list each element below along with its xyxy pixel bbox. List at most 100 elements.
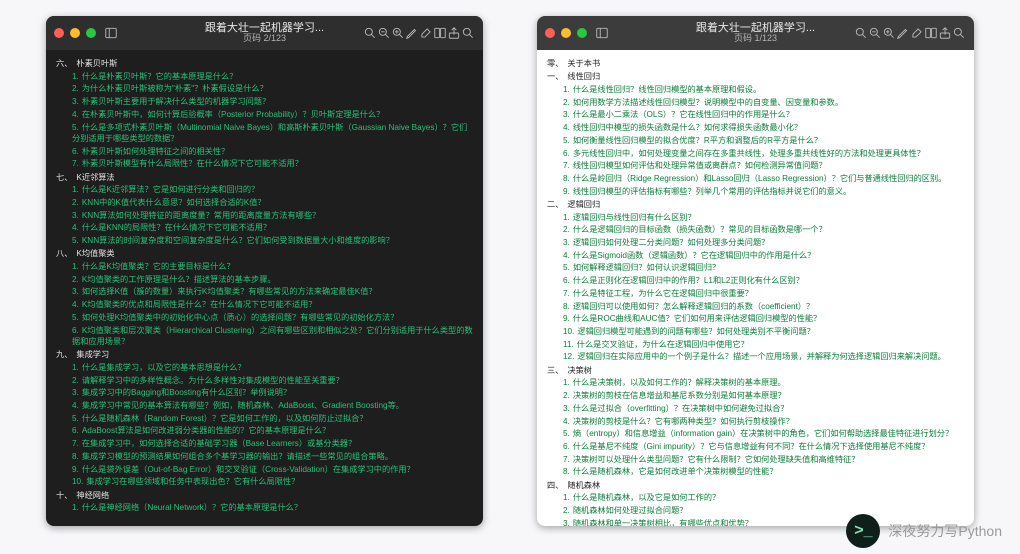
outline-item[interactable]: 6.AdaBoost算法是如何改进弱分类器的性能的？它的基本原理是什么？: [56, 425, 475, 436]
outline-item[interactable]: 10.逻辑回归模型可能遇到的问题有哪些？如何处理类别不平衡问题？: [547, 326, 966, 337]
section-heading[interactable]: 九、集成学习: [56, 349, 475, 360]
outline-item[interactable]: 1.什么是K均值聚类？它的主要目标是什么？: [56, 261, 475, 272]
outline-item[interactable]: 1.什么是朴素贝叶斯？它的基本原理是什么？: [56, 71, 475, 82]
outline-item[interactable]: 9.什么是袋外误差（Out-of-Bag Error）和交叉验证（Cross-V…: [56, 464, 475, 475]
outline-item[interactable]: 2.决策树的剪枝在信息增益和基尼系数分别是如何基本原理？: [547, 390, 966, 401]
left-outline: 六、朴素贝叶斯 1.什么是朴素贝叶斯？它的基本原理是什么？2.为什么朴素贝叶斯被称…: [56, 58, 475, 514]
outline-item[interactable]: 6.什么是基尼不纯度（Gini impurity）？它与信息增益有何不同？在什么…: [547, 441, 966, 452]
section-heading[interactable]: 零、关于本书: [547, 58, 966, 69]
search-icon[interactable]: [461, 26, 475, 40]
sidebar-icon[interactable]: [104, 26, 118, 40]
outline-item[interactable]: 11.什么是交叉验证，为什么在逻辑回归中使用它？: [547, 339, 966, 350]
columns-icon[interactable]: [433, 26, 447, 40]
minimize-icon[interactable]: [70, 28, 80, 38]
outline-item[interactable]: 6.什么是正则化在逻辑回归中的作用？L1和L2正则化有什么区别？: [547, 275, 966, 286]
item-number: 4.: [563, 417, 570, 426]
outline-item[interactable]: 5.如何衡量线性回归模型的拟合优度？R平方和调整后的R平方是什么？: [547, 135, 966, 146]
outline-item[interactable]: 8.什么是岭回归（Ridge Regression）和Lasso回归（Lasso…: [547, 173, 966, 184]
section-heading[interactable]: 八、K均值聚类: [56, 248, 475, 259]
outline-item[interactable]: 9.线性回归模型的评估指标有哪些？列举几个常用的评估指标并说它们的意义。: [547, 186, 966, 197]
outline-item[interactable]: 3.逻辑回归如何处理二分类问题？如何处理多分类问题？: [547, 237, 966, 248]
outline-item[interactable]: 3.集成学习中的Bagging和Boosting有什么区别？举例说明？: [56, 387, 475, 398]
highlight-icon[interactable]: [910, 26, 924, 40]
outline-item[interactable]: 5.如何处理K均值聚类中的初始化中心点（质心）的选择问题？有哪些常见的初始化方法…: [56, 312, 475, 323]
section-heading[interactable]: 六、朴素贝叶斯: [56, 58, 475, 69]
outline-item[interactable]: 3.如何选择K值（簇的数量）来执行K均值聚类？有哪些常见的方法来确定最佳K值？: [56, 286, 475, 297]
outline-item[interactable]: 9.什么是ROC曲线和AUC值？它们如何用来评估逻辑回归模型的性能？: [547, 313, 966, 324]
item-text: 什么是岭回归（Ridge Regression）和Lasso回归（Lasso R…: [573, 174, 947, 183]
close-icon[interactable]: [54, 28, 64, 38]
outline-item[interactable]: 4.在朴素贝叶斯中，如何计算后验概率（Posterior Probability…: [56, 109, 475, 120]
outline-item[interactable]: 7.在集成学习中，如何选择合适的基础学习器（Base Learners）或基分类…: [56, 438, 475, 449]
outline-item[interactable]: 1.什么是神经网络（Neural Network）？它的基本原理是什么？: [56, 502, 475, 513]
pencil-icon[interactable]: [405, 26, 419, 40]
section-heading[interactable]: 三、决策树: [547, 365, 966, 376]
item-text: 在集成学习中，如何选择合适的基础学习器（Base Learners）或基分类器？: [82, 439, 356, 448]
outline-item[interactable]: 5.什么是随机森林（Random Forest）？它是如何工作的，以及如何防止过…: [56, 413, 475, 424]
share-icon[interactable]: [447, 26, 461, 40]
share-icon[interactable]: [938, 26, 952, 40]
fullscreen-icon[interactable]: [577, 28, 587, 38]
section-heading[interactable]: 一、线性回归: [547, 71, 966, 82]
outline-item[interactable]: 1.什么是随机森林，以及它是如何工作的？: [547, 492, 966, 503]
section-heading[interactable]: 十、神经网络: [56, 490, 475, 501]
section-heading[interactable]: 七、K近邻算法: [56, 172, 475, 183]
outline-item[interactable]: 7.朴素贝叶斯模型有什么局限性？在什么情况下它可能不适用？: [56, 158, 475, 169]
outline-item[interactable]: 4.集成学习中常见的基本算法有哪些？例如，随机森林、AdaBoost、Gradi…: [56, 400, 475, 411]
outline-item[interactable]: 7.什么是特征工程，为什么它在逻辑回归中很重要？: [547, 288, 966, 299]
item-number: 3.: [563, 110, 570, 119]
outline-item[interactable]: 1.什么是线性回归？线性回归模型的基本原理和假设。: [547, 84, 966, 95]
outline-item[interactable]: 4.什么是KNN的局限性？在什么情况下它可能不适用？: [56, 222, 475, 233]
outline-item[interactable]: 12.逻辑回归在实际应用中的一个例子是什么？描述一个应用场景，并解释为何选择逻辑…: [547, 351, 966, 362]
outline-item[interactable]: 1.什么是K近邻算法？它是如何进行分类和回归的？: [56, 184, 475, 195]
item-text: 决策树的剪枝是什么？它有哪两种类型？如何执行剪枝操作？: [573, 417, 794, 426]
outline-item[interactable]: 5.什么是多项式朴素贝叶斯（Multinomial Naive Bayes）和高…: [56, 122, 475, 145]
outline-item[interactable]: 3.什么是最小二乘法（OLS）？它在线性回归中的作用是什么？: [547, 109, 966, 120]
highlight-icon[interactable]: [419, 26, 433, 40]
outline-item[interactable]: 8.逻辑回归可以使用如何？怎么解释逻辑回归的系数（coefficient）？: [547, 301, 966, 312]
outline-item[interactable]: 10.集成学习在哪些领域和任务中表现出色？它有什么局限性？: [56, 476, 475, 487]
outline-item[interactable]: 4.什么是Sigmoid函数（逻辑函数）？它在逻辑回归中的作用是什么？: [547, 250, 966, 261]
fullscreen-icon[interactable]: [86, 28, 96, 38]
outline-item[interactable]: 8.什么是随机森林，它是如何改进单个决策树模型的性能？: [547, 466, 966, 477]
outline-item[interactable]: 3.KNN算法如何处理特征的距离度量？常用的距离度量方法有哪些？: [56, 210, 475, 221]
item-number: 2.: [563, 225, 570, 234]
columns-icon[interactable]: [924, 26, 938, 40]
item-number: 5.: [563, 429, 570, 438]
outline-item[interactable]: 2.什么是逻辑回归的目标函数（损失函数）？常见的目标函数是哪一个？: [547, 224, 966, 235]
outline-item[interactable]: 2.K均值聚类的工作原理是什么？描述算法的基本步骤。: [56, 274, 475, 285]
section-title: 线性回归: [567, 72, 600, 81]
outline-item[interactable]: 1.什么是决策树，以及如何工作的？解释决策树的基本原理。: [547, 377, 966, 388]
outline-item[interactable]: 4.线性回归中模型的损失函数是什么？如何求得损失函数最小化？: [547, 122, 966, 133]
outline-item[interactable]: 2.如何用数学方法描述线性回归模型？说明模型中的自变量、因变量和参数。: [547, 97, 966, 108]
section-heading[interactable]: 四、随机森林: [547, 480, 966, 491]
search-icon[interactable]: [952, 26, 966, 40]
item-text: 什么是袋外误差（Out-of-Bag Error）和交叉验证（Cross-Val…: [82, 465, 415, 474]
outline-item[interactable]: 5.如何解释逻辑回归？如何认识逻辑回归？: [547, 262, 966, 273]
outline-item[interactable]: 6.多元线性回归中，如何处理变量之间存在多重共线性，处理多重共线性好的方法和处理…: [547, 148, 966, 159]
outline-item[interactable]: 5.熵（entropy）和信息增益（information gain）在决策树中…: [547, 428, 966, 439]
outline-item[interactable]: 2.KNN中的K值代表什么意思？如何选择合适的K值？: [56, 197, 475, 208]
outline-item[interactable]: 3.朴素贝叶斯主要用于解决什么类型的机器学习问题？: [56, 96, 475, 107]
outline-item[interactable]: 1.什么是集成学习，以及它的基本思想是什么？: [56, 362, 475, 373]
outline-item[interactable]: 1.逻辑回归与线性回归有什么区别？: [547, 212, 966, 223]
outline-item[interactable]: 6.朴素贝叶斯如何处理特征之间的相关性？: [56, 146, 475, 157]
section-heading[interactable]: 二、逻辑回归: [547, 199, 966, 210]
outline-item[interactable]: 3.什么是过拟合（overfitting）？在决策树中如何避免过拟合？: [547, 403, 966, 414]
outline-item[interactable]: 5.KNN算法的时间复杂度和空间复杂度是什么？它们如何受到数据量大小和维度的影响…: [56, 235, 475, 246]
outline-item[interactable]: 7.线性回归模型如何评估和处理异常值或离群点？如何检测异常值问题？: [547, 160, 966, 171]
outline-item[interactable]: 2.请解释学习中的多样性概念。为什么多样性对集成模型的性能至关重要？: [56, 375, 475, 386]
close-icon[interactable]: [545, 28, 555, 38]
outline-item[interactable]: 2.为什么朴素贝叶斯被称为"朴素"？朴素假设是什么？: [56, 83, 475, 94]
outline-item[interactable]: 8.集成学习模型的预测结果如何组合多个基学习器的输出？请描述一些常见的组合策略。: [56, 451, 475, 462]
outline-item[interactable]: 7.决策树可以处理什么类型问题？它有什么限制？它如何处理缺失值和高维特征？: [547, 454, 966, 465]
sidebar-icon[interactable]: [595, 26, 609, 40]
minimize-icon[interactable]: [561, 28, 571, 38]
outline-item[interactable]: 4.K均值聚类的优点和局限性是什么？在什么情况下它可能不适用？: [56, 299, 475, 310]
item-number: 2.: [72, 84, 79, 93]
section-number: 二、: [547, 200, 563, 209]
outline-item[interactable]: 4.决策树的剪枝是什么？它有哪两种类型？如何执行剪枝操作？: [547, 416, 966, 427]
outline-item[interactable]: 6.K均值聚类和层次聚类（Hierarchical Clustering）之间有…: [56, 325, 475, 348]
section-number: 零、: [547, 59, 563, 68]
pencil-icon[interactable]: [896, 26, 910, 40]
